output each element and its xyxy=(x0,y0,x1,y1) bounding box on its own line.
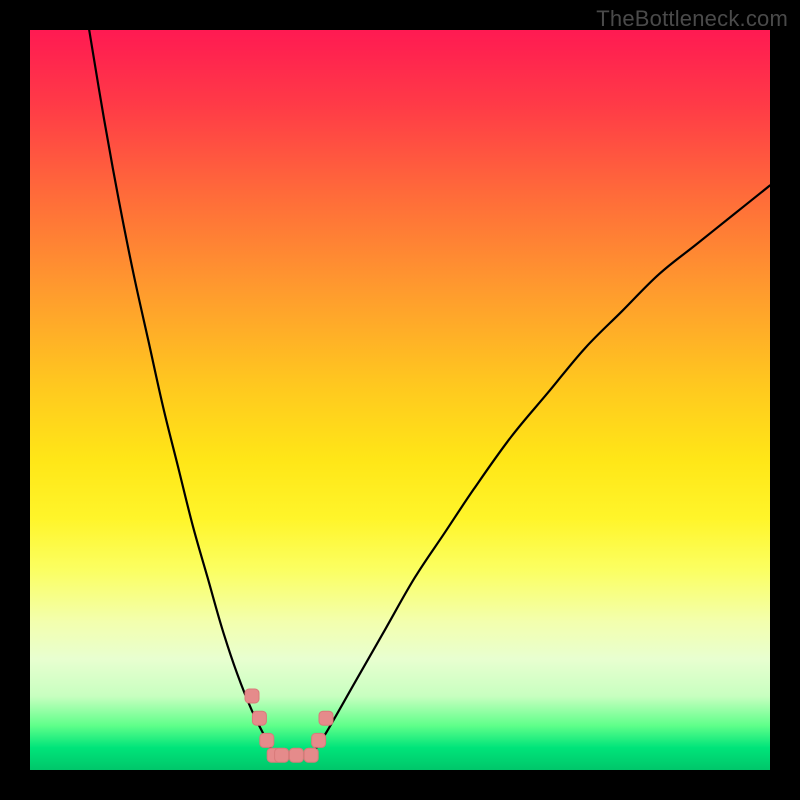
chart-svg xyxy=(30,30,770,770)
marker-point xyxy=(289,748,303,762)
marker-point xyxy=(304,748,318,762)
chart-plot-area xyxy=(30,30,770,770)
watermark-text: TheBottleneck.com xyxy=(596,6,788,32)
marker-point xyxy=(252,711,266,725)
marker-point xyxy=(260,733,274,747)
marker-point xyxy=(312,733,326,747)
highlight-markers xyxy=(245,689,333,762)
marker-point xyxy=(245,689,259,703)
chart-frame: TheBottleneck.com xyxy=(0,0,800,800)
curve-left-branch xyxy=(89,30,274,755)
marker-point xyxy=(275,748,289,762)
marker-point xyxy=(319,711,333,725)
curve-right-branch xyxy=(311,185,770,755)
